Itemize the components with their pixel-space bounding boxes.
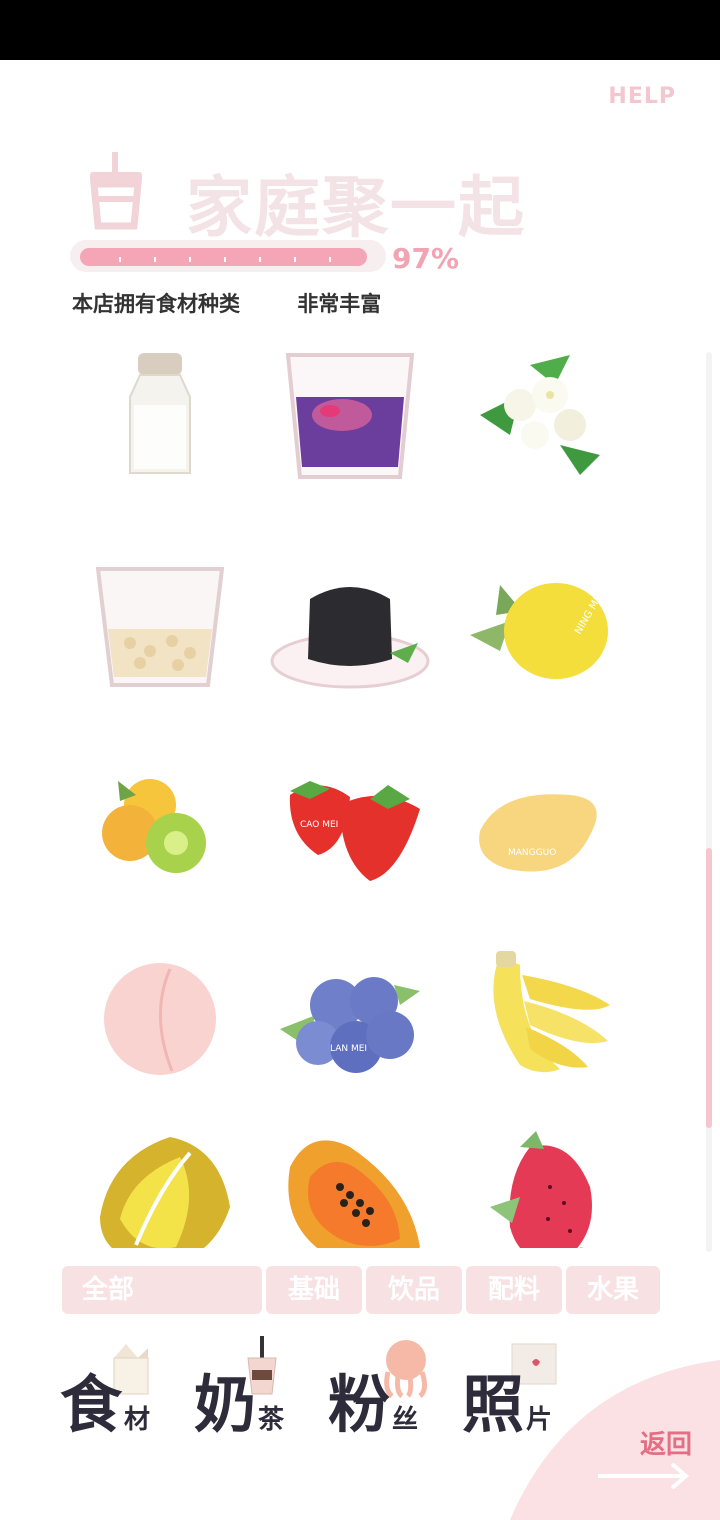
- scrollbar[interactable]: [706, 352, 712, 1252]
- ingredient-item[interactable]: [260, 1122, 440, 1248]
- bottom-nav: 食 材 奶 茶 粉 丝 照 片: [60, 1336, 580, 1446]
- grass-jelly-icon: [270, 587, 430, 689]
- progress-ticks: [119, 257, 331, 262]
- ingredient-item[interactable]: [70, 750, 250, 900]
- ingredient-item[interactable]: NING MENG: [450, 550, 630, 700]
- ingredient-item[interactable]: MANGGUO: [450, 750, 630, 900]
- nav-ingredients[interactable]: 食 材: [60, 1336, 180, 1446]
- back-button[interactable]: 返回: [640, 1424, 692, 1461]
- nav-ingredients-big: 食: [60, 1368, 123, 1441]
- nav-fans-small: 丝: [392, 1405, 419, 1435]
- ingredient-item[interactable]: [260, 550, 440, 700]
- ingredient-item[interactable]: LAN MEI: [260, 940, 440, 1090]
- scrollbar-thumb[interactable]: [706, 848, 712, 1128]
- taro-pudding-cup-icon: [285, 353, 415, 479]
- nav-fans[interactable]: 粉 丝: [328, 1336, 448, 1446]
- ingredient-item[interactable]: [70, 940, 250, 1090]
- strawberry-icon: CAO MEI: [289, 781, 420, 881]
- oat-cup-icon: [95, 567, 225, 687]
- salt-shaker-icon: [129, 353, 191, 474]
- info-label: 本店拥有食材种类: [72, 292, 240, 316]
- store-info: 本店拥有食材种类 非常丰富: [72, 288, 431, 318]
- jasmine-flowers-icon: [480, 355, 600, 475]
- page-title: 家庭聚一起: [186, 169, 526, 246]
- peach-icon: [104, 963, 216, 1075]
- kumquat-lime-icon: [102, 779, 206, 873]
- nav-ingredients-small: 材: [124, 1405, 151, 1435]
- cup-icon: [90, 152, 142, 230]
- tab-all[interactable]: 全部: [62, 1266, 262, 1314]
- tab-basic[interactable]: 基础: [266, 1266, 362, 1314]
- nav-fans-big: 粉: [328, 1368, 391, 1441]
- ingredient-grid: NING MENG CAO MEI MANGGUO LAN MEI: [60, 340, 650, 1248]
- strawberry-label: CAO MEI: [300, 820, 338, 830]
- ingredient-item[interactable]: [450, 940, 630, 1090]
- progress-bar: [70, 240, 386, 272]
- title-area: 家庭聚一起: [86, 150, 606, 246]
- ingredient-item[interactable]: [70, 1122, 250, 1248]
- banana-icon: [493, 951, 610, 1073]
- dragon-fruit-icon: [490, 1131, 592, 1248]
- papaya-icon: [288, 1140, 420, 1248]
- help-button[interactable]: HELP: [608, 84, 676, 109]
- durian-icon: [100, 1137, 230, 1248]
- tab-drinks[interactable]: 饮品: [366, 1266, 462, 1314]
- mango-icon: MANGGUO: [479, 794, 597, 872]
- tab-toppings[interactable]: 配料: [466, 1266, 562, 1314]
- ingredient-item[interactable]: CAO MEI: [260, 750, 440, 900]
- ingredient-item[interactable]: [450, 1122, 630, 1248]
- ingredient-item[interactable]: [260, 340, 440, 490]
- info-value: 非常丰富: [297, 292, 382, 316]
- tab-fruits[interactable]: 水果: [566, 1266, 660, 1314]
- blueberry-label: LAN MEI: [330, 1044, 367, 1054]
- nav-milk-tea[interactable]: 奶 茶: [194, 1336, 314, 1446]
- mango-label: MANGGUO: [508, 848, 556, 858]
- nav-milk-tea-small: 茶: [258, 1405, 285, 1435]
- progress-percent: 97%: [392, 242, 460, 275]
- blueberry-icon: LAN MEI: [280, 977, 420, 1073]
- lemon-icon: NING MENG: [470, 580, 612, 679]
- ingredient-item[interactable]: [450, 340, 630, 490]
- status-bar: [0, 0, 720, 60]
- ingredient-item[interactable]: [70, 550, 250, 700]
- nav-milk-tea-big: 奶: [194, 1368, 257, 1441]
- ingredient-item[interactable]: [70, 340, 250, 490]
